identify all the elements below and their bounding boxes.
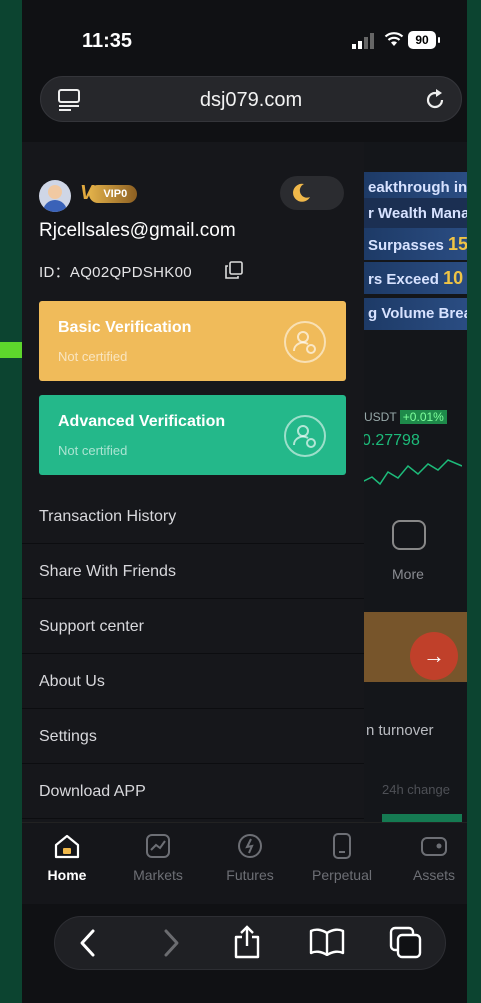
address-bar[interactable]: dsj079.com bbox=[40, 76, 462, 122]
change-24h-label: 24h change bbox=[382, 782, 450, 797]
user-certificate-icon bbox=[284, 321, 326, 363]
news-ticker: r Wealth Manage bbox=[362, 198, 467, 230]
ticker-highlight: 15 M bbox=[448, 234, 467, 254]
copy-icon[interactable] bbox=[225, 261, 243, 279]
futures-icon bbox=[238, 834, 262, 858]
drawer-menu: Transaction History Share With Friends S… bbox=[22, 489, 364, 819]
avatar-head bbox=[48, 185, 62, 199]
ticker-text: g Volume Breaks 1 bbox=[368, 305, 467, 322]
tab-label: Markets bbox=[133, 867, 183, 883]
pair-price: 0.27798 bbox=[362, 432, 420, 449]
ticker-text: Surpasses bbox=[368, 237, 449, 254]
url-text[interactable]: dsj079.com bbox=[41, 89, 461, 112]
ticker-text: eakthrough in 20 bbox=[368, 179, 467, 196]
news-ticker: g Volume Breaks 1 bbox=[362, 298, 467, 330]
ticker-text: r Wealth Manage bbox=[368, 205, 467, 222]
back-icon[interactable] bbox=[76, 928, 100, 958]
more-label: More bbox=[392, 566, 424, 582]
moon-icon bbox=[293, 183, 310, 202]
side-drawer: V VIP0 Rjcellsales@gmail.com ID：AQ02QPDSH… bbox=[22, 142, 364, 822]
menu-item-about-us[interactable]: About Us bbox=[22, 654, 364, 709]
menu-item-settings[interactable]: Settings bbox=[22, 709, 364, 764]
turnover-label: n turnover bbox=[366, 722, 434, 739]
news-ticker: Surpasses 15 M bbox=[362, 228, 467, 260]
status-bar: 11:35 90 bbox=[22, 0, 467, 70]
advanced-verification-status: Not certified bbox=[58, 443, 128, 458]
tab-assets[interactable]: Assets bbox=[389, 833, 467, 883]
wifi-icon bbox=[384, 32, 404, 46]
tab-label: Home bbox=[47, 867, 87, 883]
tabs-icon[interactable] bbox=[389, 926, 423, 960]
avatar-body bbox=[43, 200, 67, 212]
tab-label: Assets bbox=[412, 867, 455, 883]
more-icon bbox=[392, 520, 426, 550]
perpetual-icon bbox=[333, 833, 351, 859]
green-bar bbox=[382, 814, 462, 822]
browser-toolbar bbox=[22, 904, 467, 1003]
user-email: Rjcellsales@gmail.com bbox=[39, 220, 236, 241]
news-ticker: rs Exceed 10 Mi bbox=[362, 262, 467, 294]
user-certificate-icon bbox=[284, 415, 326, 457]
home-icon bbox=[54, 834, 80, 859]
pair-name: USDT bbox=[364, 410, 397, 424]
pair-change: +0.01% bbox=[399, 410, 447, 424]
frame-left bbox=[0, 0, 22, 1003]
background-home-page: eakthrough in 20 r Wealth Manage Surpass… bbox=[362, 142, 467, 822]
pair-label: USDT +0.01% bbox=[364, 410, 447, 424]
basic-verification-status: Not certified bbox=[58, 349, 128, 364]
share-icon[interactable] bbox=[232, 924, 262, 960]
vip-level: VIP0 bbox=[89, 184, 138, 203]
signal-icon bbox=[352, 33, 374, 49]
assets-icon bbox=[421, 837, 447, 856]
ticker-text: rs Exceed bbox=[368, 271, 444, 288]
reload-icon[interactable] bbox=[423, 88, 447, 112]
phone-screen: 11:35 90 dsj079.com eakthrough in 20 r W bbox=[22, 0, 467, 1003]
tab-perpetual[interactable]: Perpetual bbox=[297, 833, 387, 883]
forward-icon[interactable] bbox=[159, 928, 183, 958]
tab-futures[interactable]: Futures bbox=[205, 833, 295, 883]
tab-label: Futures bbox=[226, 867, 274, 883]
advanced-verification-title: Advanced Verification bbox=[58, 413, 226, 430]
advanced-verification-card[interactable]: Advanced Verification Not certified bbox=[39, 395, 346, 475]
menu-item-share-with-friends[interactable]: Share With Friends bbox=[22, 544, 364, 599]
basic-verification-title: Basic Verification bbox=[58, 319, 192, 336]
vip-badge: V VIP0 bbox=[80, 182, 138, 204]
bookmarks-icon[interactable] bbox=[309, 928, 345, 956]
markets-icon bbox=[146, 834, 170, 858]
user-id: ID：AQ02QPDSHK00 bbox=[39, 264, 192, 281]
bottom-tab-bar: Home Markets Futures Perpetual Assets bbox=[22, 822, 467, 904]
tab-markets[interactable]: Markets bbox=[113, 833, 203, 883]
ticker-highlight: 10 Mi bbox=[443, 268, 467, 288]
status-time: 11:35 bbox=[82, 30, 133, 52]
avatar[interactable] bbox=[39, 180, 71, 212]
menu-item-transaction-history[interactable]: Transaction History bbox=[22, 489, 364, 544]
menu-item-support-center[interactable]: Support center bbox=[22, 599, 364, 654]
basic-verification-card[interactable]: Basic Verification Not certified bbox=[39, 301, 346, 381]
promo-arrow-icon: → bbox=[410, 632, 458, 680]
tab-label: Perpetual bbox=[312, 867, 372, 883]
theme-toggle[interactable] bbox=[280, 176, 344, 210]
sparkline-icon bbox=[362, 459, 462, 486]
frame-right bbox=[467, 0, 481, 1003]
tab-home[interactable]: Home bbox=[22, 833, 112, 883]
battery-icon: 90 bbox=[408, 31, 440, 49]
menu-item-download-app[interactable]: Download APP bbox=[22, 764, 364, 819]
